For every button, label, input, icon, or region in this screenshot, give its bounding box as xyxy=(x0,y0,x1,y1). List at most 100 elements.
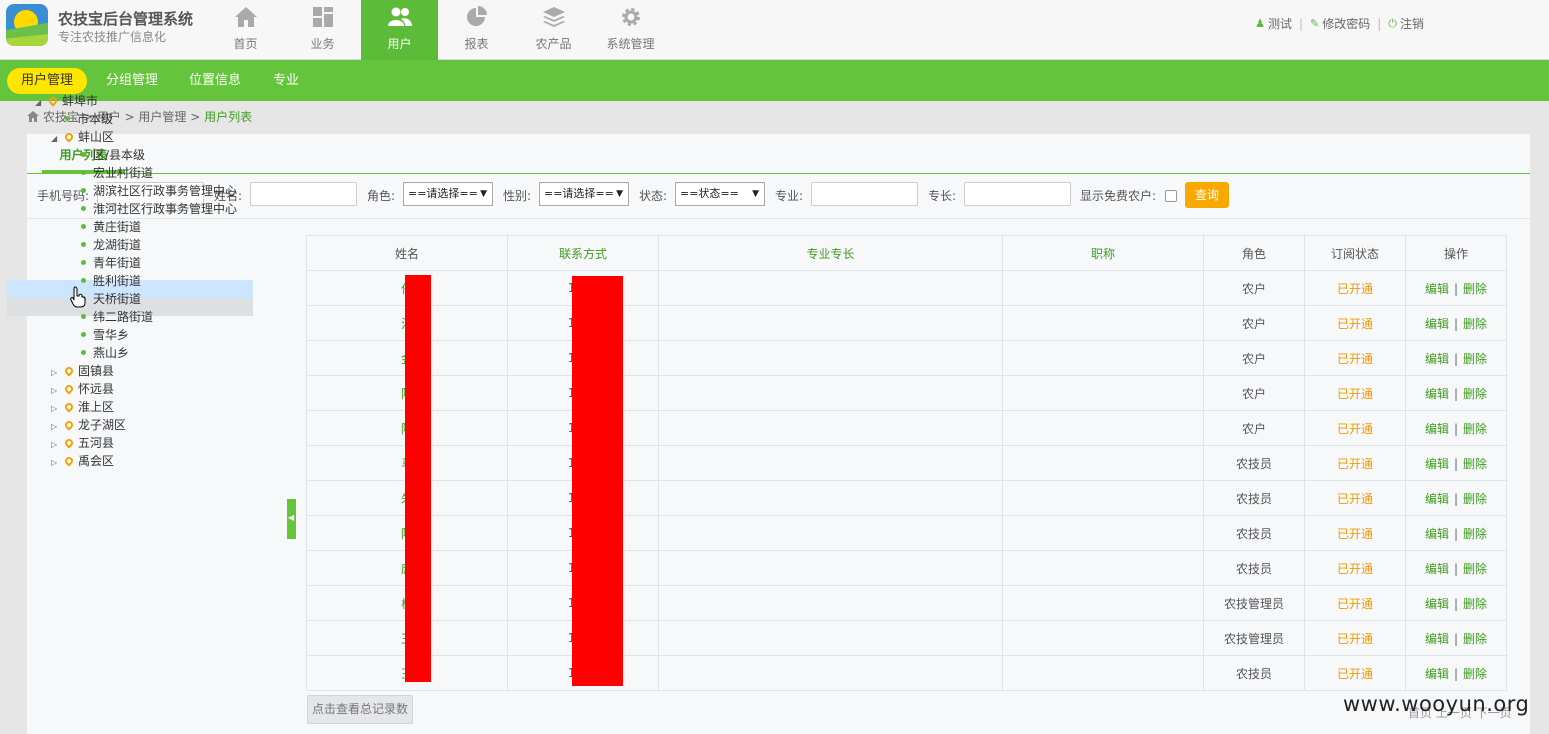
nav-business[interactable]: 业务 xyxy=(284,0,361,60)
cell-specialty xyxy=(658,410,1003,446)
tree-node-district[interactable]: ◢ 蚌山区 xyxy=(51,128,114,146)
table-row: 任1396农户已开通编辑|删除 xyxy=(306,270,1507,306)
change-password-link[interactable]: ✎ 修改密码 xyxy=(1310,15,1370,32)
table-row: 金1825农户已开通编辑|删除 xyxy=(306,340,1507,376)
action-separator: | xyxy=(1453,491,1459,506)
breadcrumb-user-management[interactable]: 用户管理 xyxy=(138,108,186,125)
edit-link[interactable]: 编辑 xyxy=(1425,387,1449,401)
cell-role: 农技员 xyxy=(1203,515,1305,551)
tree-node[interactable]: 淮河社区行政事务管理中心 xyxy=(67,200,237,218)
edit-link[interactable]: 编辑 xyxy=(1425,457,1449,471)
current-user-link[interactable]: ♟ 测试 xyxy=(1255,15,1292,32)
delete-link[interactable]: 删除 xyxy=(1463,667,1487,681)
cell-actions: 编辑 | 删除 xyxy=(1405,340,1507,376)
tree-node[interactable]: 燕山乡 xyxy=(67,344,129,362)
delete-link[interactable]: 删除 xyxy=(1463,387,1487,401)
tree-toggle-icon[interactable]: ▷ xyxy=(51,454,61,472)
cell-title xyxy=(1002,515,1204,551)
delete-link[interactable]: 删除 xyxy=(1463,562,1487,576)
major-input[interactable] xyxy=(811,182,918,206)
tree-node-label: 禹会区 xyxy=(78,454,115,468)
sidebar-collapse-handle[interactable]: ◀ xyxy=(287,499,296,539)
nav-products[interactable]: 农产品 xyxy=(515,0,592,60)
top-links: ♟ 测试 | ✎ 修改密码 | ⏻ 注销 xyxy=(1255,15,1424,32)
tree-node[interactable]: 区/县本级 xyxy=(67,146,145,164)
nav-home[interactable]: 首页 xyxy=(207,0,284,60)
subnav-user-management[interactable]: 用户管理 xyxy=(7,68,88,94)
tree-node[interactable]: ▷ 龙子湖区 xyxy=(51,416,126,434)
edit-link[interactable]: 编辑 xyxy=(1425,492,1449,506)
cell-subscription-status: 已开通 xyxy=(1304,620,1406,656)
leaf-dot-icon xyxy=(81,242,86,247)
edit-link[interactable]: 编辑 xyxy=(1425,282,1449,296)
edit-link[interactable]: 编辑 xyxy=(1425,352,1449,366)
nav-reports[interactable]: 报表 xyxy=(438,0,515,60)
cell-actions: 编辑 | 删除 xyxy=(1405,655,1507,691)
delete-link[interactable]: 删除 xyxy=(1463,632,1487,646)
tree-node[interactable]: 市本级 xyxy=(51,110,113,128)
subnav-major[interactable]: 专业 xyxy=(259,68,313,94)
cell-subscription-status: 已开通 xyxy=(1304,445,1406,481)
app-logo[interactable] xyxy=(6,4,48,46)
tree-node[interactable]: 湖滨社区行政事务管理中心 xyxy=(67,182,237,200)
tree-node[interactable]: 宏业村街道 xyxy=(67,164,153,182)
pie-chart-icon xyxy=(467,6,487,26)
logout-link[interactable]: ⏻ 注销 xyxy=(1388,15,1424,32)
tree-node[interactable]: ▷ 固镇县 xyxy=(51,362,114,380)
leaf-dot-icon xyxy=(81,224,86,229)
specialty-input[interactable] xyxy=(964,182,1071,206)
delete-link[interactable]: 删除 xyxy=(1463,492,1487,506)
edit-link[interactable]: 编辑 xyxy=(1425,562,1449,576)
tree-node[interactable]: 雪华乡 xyxy=(67,326,129,344)
tree-node[interactable]: 纬二路街道 xyxy=(67,308,153,326)
tree-node[interactable]: 青年街道 xyxy=(67,254,141,272)
subnav-location-info[interactable]: 位置信息 xyxy=(175,68,255,94)
delete-link[interactable]: 删除 xyxy=(1463,352,1487,366)
delete-link[interactable]: 删除 xyxy=(1463,597,1487,611)
free-farmers-checkbox[interactable] xyxy=(1165,190,1177,202)
leaf-dot-icon xyxy=(81,152,86,157)
delete-link[interactable]: 删除 xyxy=(1463,457,1487,471)
delete-link[interactable]: 删除 xyxy=(1463,282,1487,296)
delete-link[interactable]: 删除 xyxy=(1463,317,1487,331)
home-icon xyxy=(235,7,257,27)
tree-node-root[interactable]: ◢ 蚌埠市 xyxy=(35,92,98,110)
tree-toggle-icon[interactable]: ◢ xyxy=(51,130,61,148)
edit-link[interactable]: 编辑 xyxy=(1425,422,1449,436)
cell-specialty xyxy=(658,620,1003,656)
cell-subscription-status: 已开通 xyxy=(1304,410,1406,446)
sub-nav: 用户管理 分组管理 位置信息 专业 xyxy=(0,60,1549,101)
delete-link[interactable]: 删除 xyxy=(1463,527,1487,541)
edit-link[interactable]: 编辑 xyxy=(1425,667,1449,681)
tree-node[interactable]: 黄庄街道 xyxy=(67,218,141,236)
subnav-group-management[interactable]: 分组管理 xyxy=(92,68,172,94)
status-select[interactable]: ==状态== ▼ xyxy=(675,182,765,206)
tree-node[interactable]: ▷ 禹会区 xyxy=(51,452,114,470)
tree-node[interactable]: ▷ 五河县 xyxy=(51,434,114,452)
nav-system[interactable]: 系统管理 xyxy=(592,0,669,60)
gender-select[interactable]: ==请选择== ▼ xyxy=(539,182,629,206)
cell-specialty xyxy=(658,375,1003,411)
cell-role: 农户 xyxy=(1203,340,1305,376)
name-input[interactable] xyxy=(250,182,357,206)
tree-node[interactable]: ▷ 淮上区 xyxy=(51,398,114,416)
edit-link[interactable]: 编辑 xyxy=(1425,527,1449,541)
delete-link[interactable]: 删除 xyxy=(1463,422,1487,436)
tree-node[interactable]: 龙湖街道 xyxy=(67,236,141,254)
tree-node-label: 雪华乡 xyxy=(93,328,130,342)
nav-users[interactable]: 用户 xyxy=(361,0,438,60)
tree-node[interactable]: ▷ 怀远县 xyxy=(51,380,114,398)
location-pin-icon xyxy=(63,383,75,395)
cell-role: 农技管理员 xyxy=(1203,620,1305,656)
dropdown-arrow-icon: ▼ xyxy=(616,189,623,199)
tree-toggle-icon[interactable]: ◢ xyxy=(35,94,45,112)
edit-link[interactable]: 编辑 xyxy=(1425,632,1449,646)
edit-link[interactable]: 编辑 xyxy=(1425,317,1449,331)
total-records-button[interactable]: 点击查看总记录数 xyxy=(307,695,413,724)
query-button[interactable]: 查询 xyxy=(1185,182,1229,208)
cell-subscription-status: 已开通 xyxy=(1304,340,1406,376)
user-table: 姓名 联系方式 专业专长 职称 角色 订阅状态 操作 任1396农户已开通编辑|… xyxy=(306,235,1507,691)
table-row: 唐1815农技员已开通编辑|删除 xyxy=(306,550,1507,586)
role-select[interactable]: ==请选择== ▼ xyxy=(403,182,493,206)
edit-link[interactable]: 编辑 xyxy=(1425,597,1449,611)
